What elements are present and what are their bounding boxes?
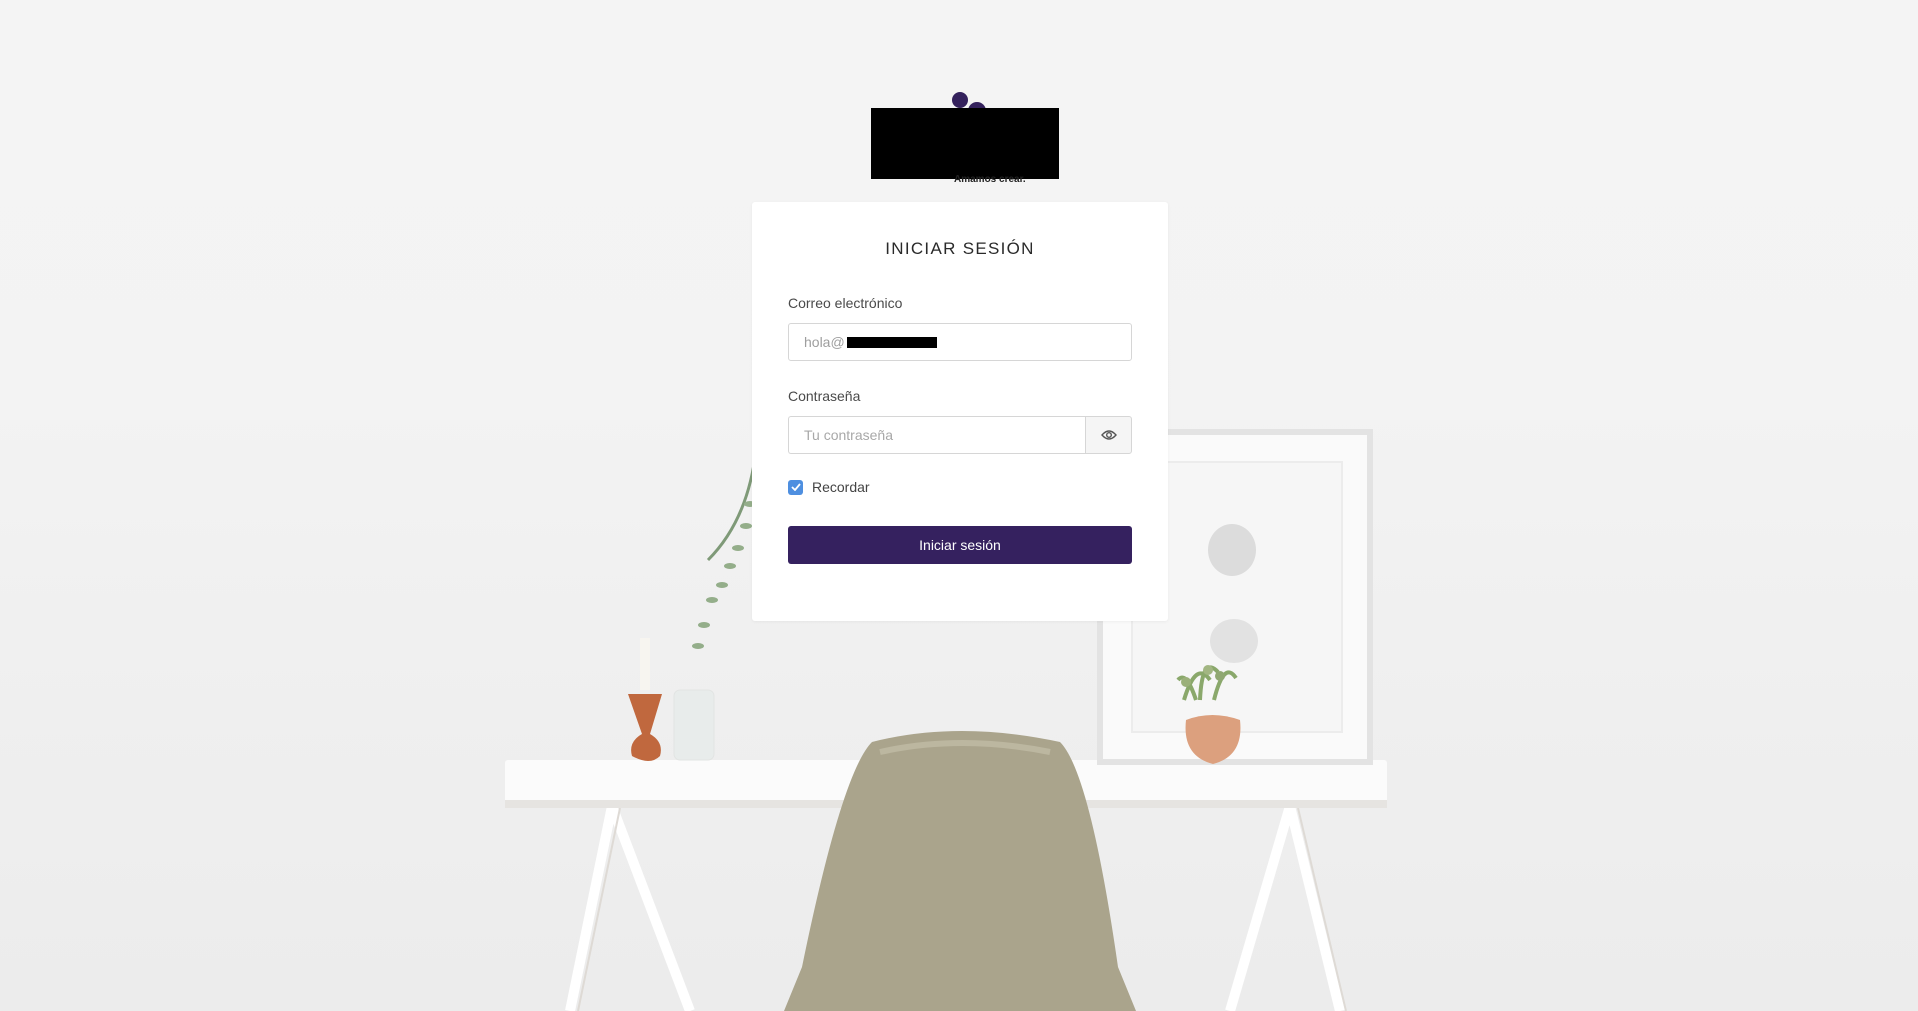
remember-checkbox[interactable] [788,479,803,495]
login-card: INICIAR SESIÓN Correo electrónico hola@ … [752,202,1168,621]
check-icon [790,483,801,491]
remember-row: Recordar [788,478,1132,496]
login-button[interactable]: Iniciar sesión [788,526,1132,564]
remember-label[interactable]: Recordar [812,479,870,495]
password-row: Tu contraseña [788,416,1132,454]
toggle-password-button[interactable] [1085,416,1132,454]
email-field[interactable]: hola@ [788,323,1132,361]
login-title: INICIAR SESIÓN [885,239,1035,258]
email-value: hola@ [804,334,845,350]
password-field[interactable]: Tu contraseña [788,416,1085,454]
candle-holder [628,638,662,761]
glass-vase [673,449,758,761]
eye-icon [1100,430,1117,440]
email-label: Correo electrónico [788,295,903,311]
password-placeholder: Tu contraseña [804,427,893,443]
logo-redaction [871,108,1059,179]
logo-dot [952,92,968,108]
password-label: Contraseña [788,388,861,404]
brand-logo: Amamos crear. [870,90,1060,188]
email-redaction [847,337,937,348]
logo-tagline: Amamos crear. [954,174,1026,185]
